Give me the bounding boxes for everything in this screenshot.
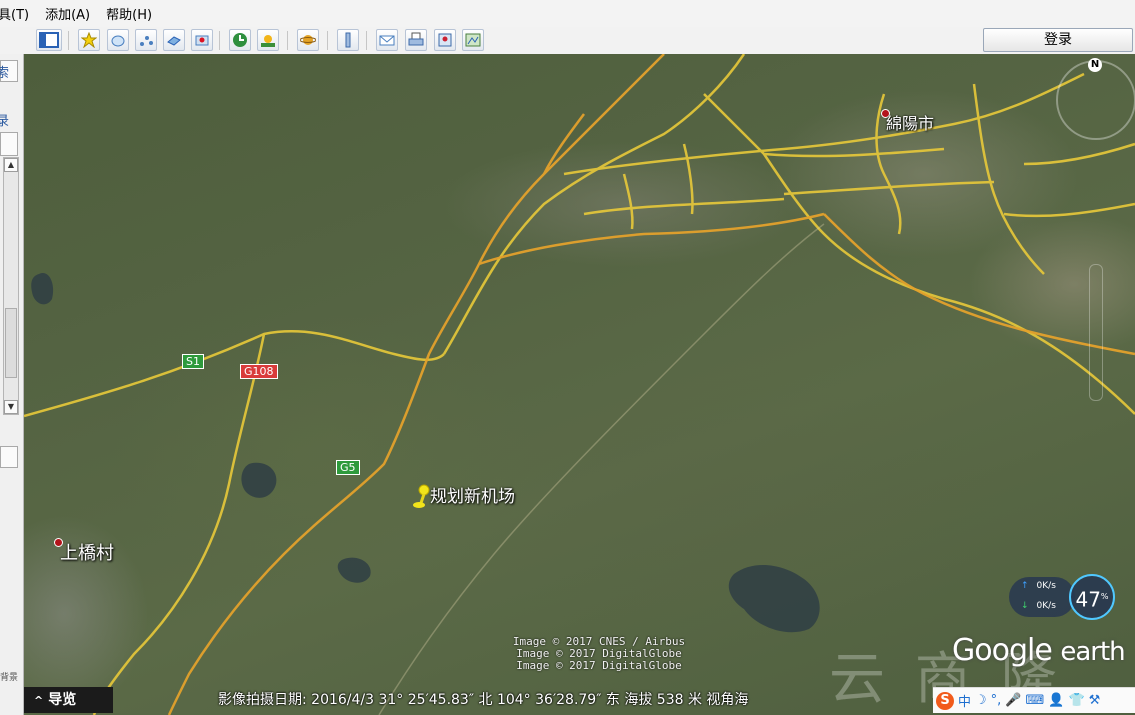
- imagery-credits: Image © 2017 CNES / Airbus Image © 2017 …: [479, 636, 719, 672]
- ime-moon-icon[interactable]: ☽: [975, 693, 987, 708]
- credit-line: Image © 2017 DigitalGlobe: [516, 659, 682, 672]
- historical-imagery-button[interactable]: [229, 29, 251, 51]
- menu-bar: 具(T) 添加(A) 帮助(H): [0, 0, 1135, 28]
- route-shield-g108: G108: [240, 364, 278, 379]
- navigation-compass[interactable]: N: [1056, 58, 1135, 140]
- menu-add[interactable]: 添加(A): [45, 4, 90, 23]
- download-speed: ↓ 0K/s: [1021, 601, 1056, 611]
- toolbar-separator: [366, 31, 367, 50]
- place-label-airport[interactable]: 规划新机场: [430, 482, 515, 507]
- toolbar-separator: [219, 31, 220, 50]
- add-polygon-icon: [111, 35, 125, 47]
- add-placemark-button[interactable]: [78, 29, 100, 51]
- add-path-button[interactable]: [135, 29, 157, 51]
- panel-bottom-text: 背景: [0, 673, 19, 683]
- print-button[interactable]: [405, 29, 427, 51]
- sidebar-toggle-button[interactable]: [36, 29, 62, 51]
- toolbar-separator: [287, 31, 288, 50]
- navigation-tab-label: 导览: [48, 692, 77, 708]
- view-in-maps-icon: [465, 33, 481, 47]
- view-in-maps-button[interactable]: [462, 29, 484, 51]
- switch-planet-button[interactable]: [297, 29, 319, 51]
- status-bar-info: 影像拍摄日期: 2016/4/3 31° 25′45.83″ 北 104° 36…: [218, 692, 749, 708]
- add-polygon-button[interactable]: [107, 29, 129, 51]
- scroll-thumb[interactable]: [5, 308, 17, 378]
- download-arrow-icon: ↓: [1021, 601, 1029, 611]
- pushpin-icon[interactable]: [410, 484, 432, 510]
- places-link[interactable]: 录: [0, 110, 9, 129]
- ime-skin-icon[interactable]: 👕: [1068, 693, 1084, 708]
- toolbar-separator: [68, 31, 69, 50]
- north-indicator[interactable]: N: [1088, 58, 1102, 72]
- route-shield-g5: G5: [336, 460, 360, 475]
- places-panel-header: [0, 132, 18, 156]
- navigation-tab[interactable]: ^ 导览: [24, 687, 113, 713]
- menu-tools[interactable]: 具(T): [0, 4, 29, 23]
- add-placemark-icon: [81, 32, 97, 48]
- place-label-mianyang[interactable]: 綿陽市: [886, 110, 934, 134]
- ruler-icon: [345, 32, 351, 48]
- sunlight-icon: [261, 35, 275, 47]
- place-label-shangqiao[interactable]: 上橋村: [60, 539, 114, 565]
- ime-keyboard-icon[interactable]: ⌨: [1026, 693, 1045, 708]
- add-overlay-button[interactable]: [163, 29, 185, 51]
- route-shield-s1: S1: [182, 354, 204, 369]
- map-view[interactable]: S1 G108 G5 綿陽市 上橋村 规划新机场 N 云 商 隆 Image ©…: [24, 54, 1135, 715]
- login-button[interactable]: 登录: [983, 28, 1133, 52]
- ime-tools-icon[interactable]: ⚒: [1089, 693, 1101, 708]
- ime-chinese-mode[interactable]: 中: [958, 691, 971, 710]
- scroll-up-arrow[interactable]: ▲: [4, 158, 18, 172]
- ime-microphone-icon[interactable]: 🎤: [1005, 693, 1021, 708]
- ime-toolbar[interactable]: S 中 ☽ °, 🎤 ⌨ 👤 👕 ⚒: [933, 687, 1135, 713]
- left-panel: 索 录 ▲ ▼ 背景: [0, 54, 24, 715]
- upload-arrow-icon: ↑: [1021, 581, 1029, 591]
- chevron-up-icon: ^: [34, 694, 44, 707]
- email-button[interactable]: [376, 29, 398, 51]
- ruler-button[interactable]: [337, 29, 359, 51]
- add-path-icon: [140, 36, 153, 46]
- record-tour-icon: [195, 35, 209, 46]
- ime-user-icon[interactable]: 👤: [1048, 693, 1064, 708]
- historical-imagery-icon: [233, 33, 247, 47]
- toolbar-separator: [327, 31, 328, 50]
- memory-usage: 47%: [1069, 574, 1115, 620]
- sidebar-toggle-icon: [39, 32, 59, 48]
- print-icon: [408, 32, 424, 46]
- sunlight-button[interactable]: [257, 29, 279, 51]
- toolbar: 登录: [0, 27, 1135, 55]
- network-speed-widget[interactable]: ↑ 0K/s ↓ 0K/s 47%: [1009, 574, 1135, 620]
- save-image-icon: [438, 33, 452, 47]
- road-overlay: [24, 54, 1135, 715]
- upload-speed: ↑ 0K/s: [1021, 581, 1056, 591]
- add-overlay-icon: [167, 36, 181, 46]
- sogou-ime-icon[interactable]: S: [936, 691, 954, 710]
- logo-earth: earth: [1060, 637, 1125, 667]
- switch-planet-icon: [300, 35, 316, 45]
- search-tab-label: 索: [0, 62, 9, 81]
- ime-punctuation-icon[interactable]: °,: [991, 693, 1002, 708]
- scrollbar[interactable]: ▲ ▼: [3, 157, 19, 415]
- menu-help[interactable]: 帮助(H): [106, 4, 152, 23]
- save-image-button[interactable]: [434, 29, 456, 51]
- logo-google: Google: [952, 633, 1053, 668]
- scroll-down-arrow[interactable]: ▼: [4, 400, 18, 414]
- record-tour-button[interactable]: [191, 29, 213, 51]
- layers-panel-header: [0, 446, 18, 468]
- zoom-slider[interactable]: [1089, 264, 1103, 401]
- google-earth-logo: Google earth: [952, 633, 1126, 668]
- email-icon: [379, 35, 395, 46]
